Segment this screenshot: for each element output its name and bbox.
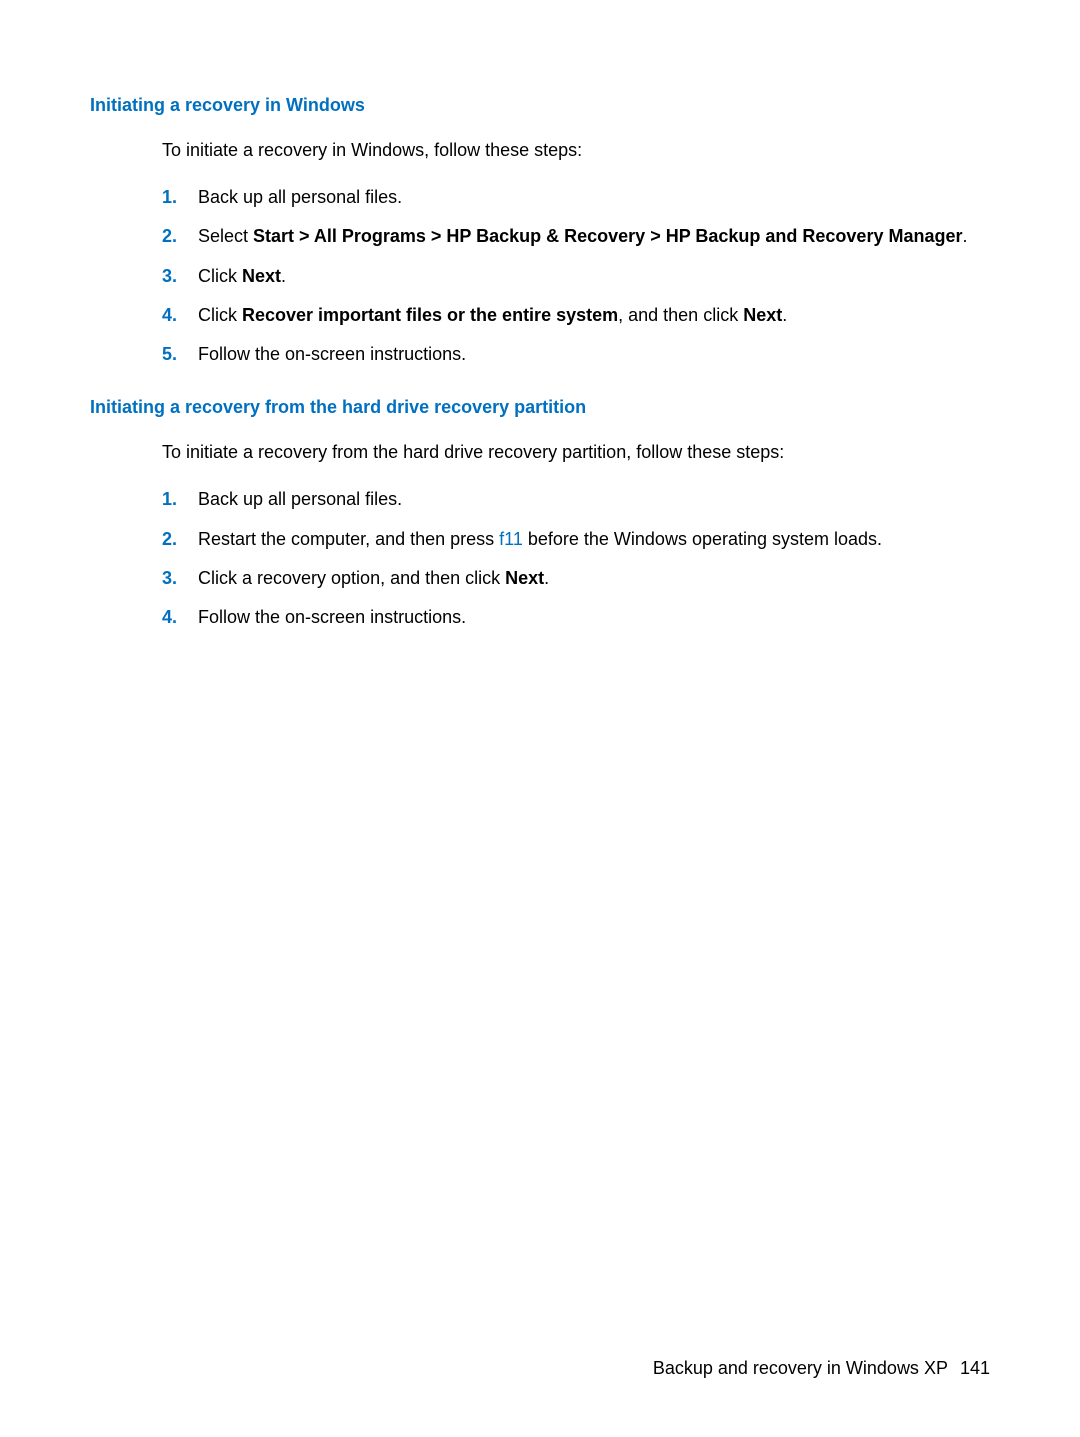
page-footer: Backup and recovery in Windows XP 141 (653, 1358, 990, 1379)
list-item: 1. Back up all personal files. (162, 487, 990, 512)
step-content: Back up all personal files. (198, 487, 990, 512)
list-item: 2. Restart the computer, and then press … (162, 527, 990, 552)
page-number: 141 (960, 1358, 990, 1378)
step-number: 3. (162, 566, 198, 591)
list-item: 3. Click Next. (162, 264, 990, 289)
step-number: 2. (162, 527, 198, 552)
step-content: Back up all personal files. (198, 185, 990, 210)
intro-text-section2: To initiate a recovery from the hard dri… (162, 440, 990, 465)
step-content: Select Start > All Programs > HP Backup … (198, 224, 990, 249)
section-heading-partition-recovery: Initiating a recovery from the hard driv… (90, 397, 990, 418)
step-number: 4. (162, 605, 198, 630)
step-number: 1. (162, 487, 198, 512)
section-heading-windows-recovery: Initiating a recovery in Windows (90, 95, 990, 116)
list-item: 4. Follow the on-screen instructions. (162, 605, 990, 630)
step-content: Follow the on-screen instructions. (198, 605, 990, 630)
list-item: 1. Back up all personal files. (162, 185, 990, 210)
list-item: 2. Select Start > All Programs > HP Back… (162, 224, 990, 249)
step-content: Click Recover important files or the ent… (198, 303, 990, 328)
step-number: 2. (162, 224, 198, 249)
step-number: 5. (162, 342, 198, 367)
footer-text: Backup and recovery in Windows XP (653, 1358, 948, 1378)
steps-list-section2: 1. Back up all personal files. 2. Restar… (162, 487, 990, 630)
list-item: 3. Click a recovery option, and then cli… (162, 566, 990, 591)
list-item: 4. Click Recover important files or the … (162, 303, 990, 328)
step-content: Restart the computer, and then press f11… (198, 527, 990, 552)
step-content: Click a recovery option, and then click … (198, 566, 990, 591)
step-number: 1. (162, 185, 198, 210)
f11-key: f11 (499, 529, 523, 549)
intro-text-section1: To initiate a recovery in Windows, follo… (162, 138, 990, 163)
list-item: 5. Follow the on-screen instructions. (162, 342, 990, 367)
steps-list-section1: 1. Back up all personal files. 2. Select… (162, 185, 990, 367)
step-number: 4. (162, 303, 198, 328)
step-content: Follow the on-screen instructions. (198, 342, 990, 367)
step-number: 3. (162, 264, 198, 289)
step-content: Click Next. (198, 264, 990, 289)
